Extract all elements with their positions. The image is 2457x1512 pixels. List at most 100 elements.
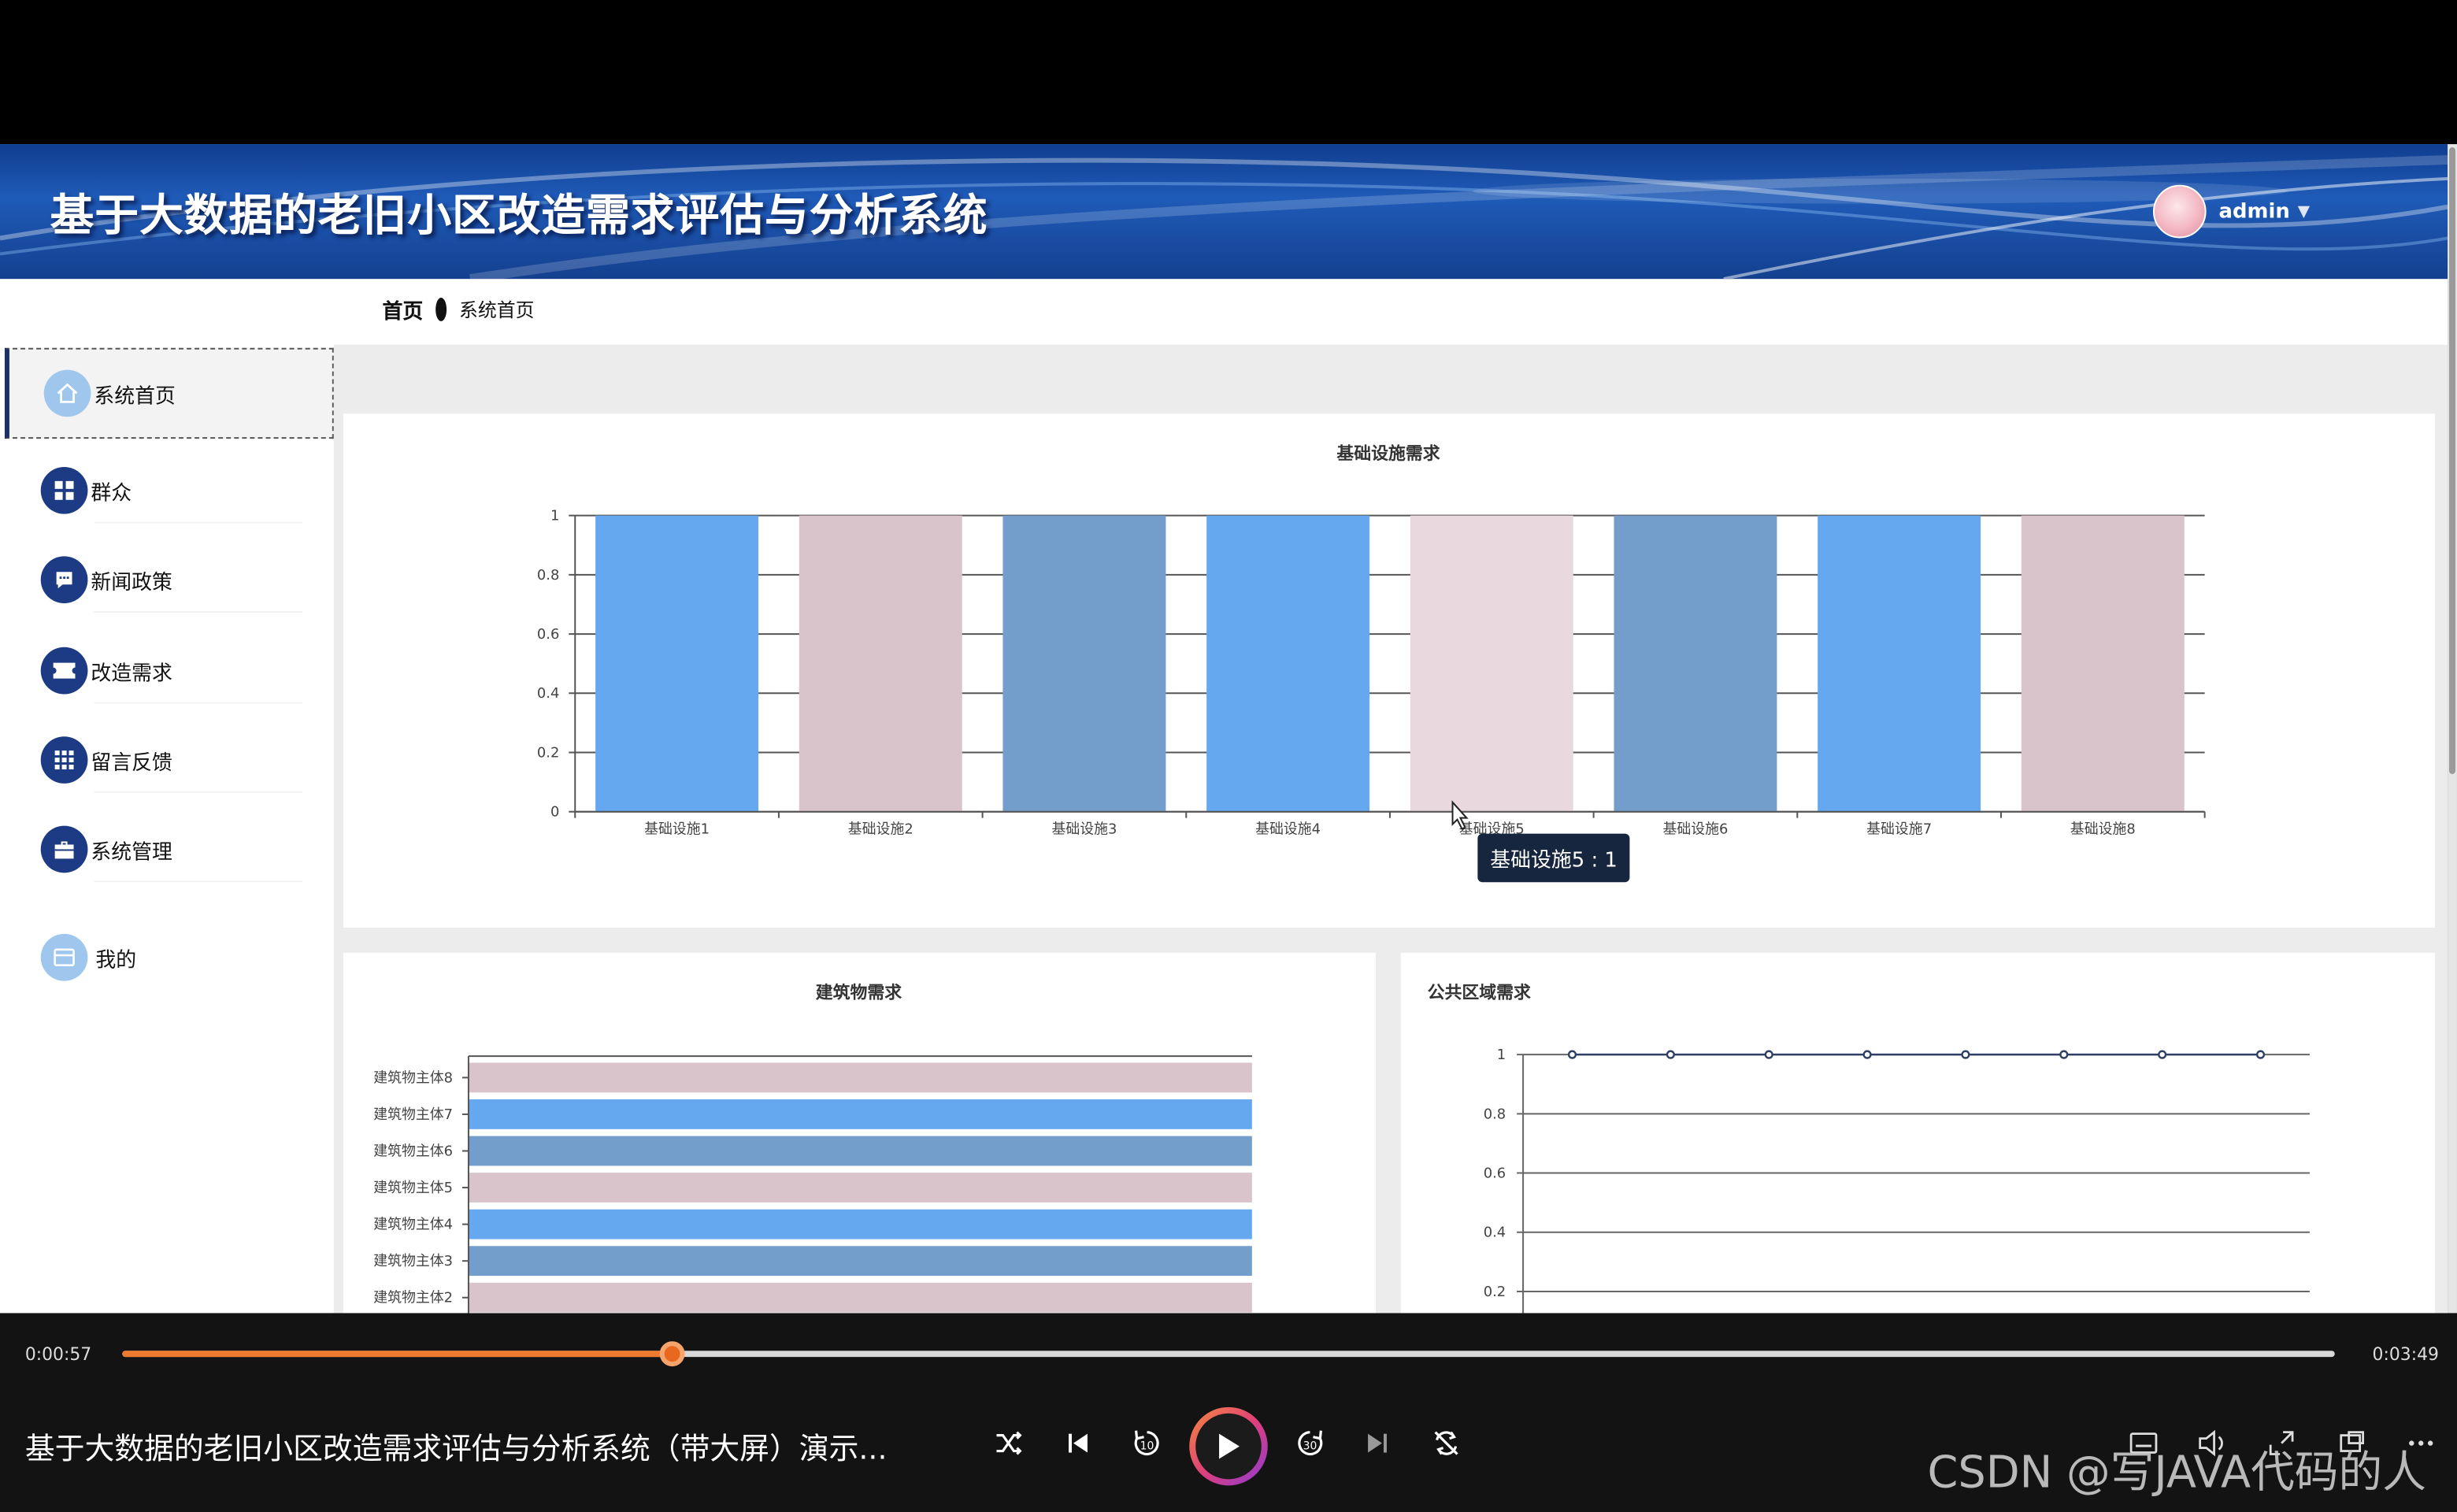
y-tick-label: 0.4 <box>537 685 559 702</box>
x-tick-label: 基础设施7 <box>1866 821 1932 838</box>
sidebar-item-label: 改造需求 <box>91 662 172 686</box>
data-point <box>1567 1050 1577 1059</box>
sidebar-item-mine[interactable]: 我的 <box>0 933 334 981</box>
y-tick-label: 0 <box>550 804 559 821</box>
total-time: 0:03:49 <box>2372 1344 2439 1366</box>
app-viewport: 基于大数据的老旧小区改造需求评估与分析系统 admin ▼ 首页 系统首页 系统… <box>0 144 2448 1314</box>
chat-icon <box>40 556 88 604</box>
ticket-icon <box>40 647 88 695</box>
data-point <box>1862 1050 1872 1059</box>
bar <box>468 1062 1252 1093</box>
progress-knob[interactable] <box>660 1341 686 1367</box>
briefcase-icon <box>40 825 88 873</box>
skip-next-icon <box>1368 1433 1387 1453</box>
shuffle-icon <box>996 1431 1022 1455</box>
screen: 基于大数据的老旧小区改造需求评估与分析系统 admin ▼ 首页 系统首页 系统… <box>0 0 2457 1512</box>
building-bar-chart: 建筑物需求建筑物主体8 建筑物主体7 建筑物主体6 建筑物主体5 建筑物主体4 建筑物主体… <box>373 982 1252 1314</box>
x-tick-label: 基础设施8 <box>2070 821 2136 838</box>
chart-title: 建筑物需求 <box>816 982 902 1002</box>
sidebar-item-renovation[interactable]: 改造需求 <box>0 647 334 704</box>
data-point <box>2059 1050 2069 1059</box>
breadcrumb: 首页 系统首页 <box>383 294 535 324</box>
scrollbar-thumb[interactable] <box>2449 147 2456 774</box>
progress-track[interactable] <box>122 1341 2335 1367</box>
bar <box>468 1136 1252 1166</box>
skip-previous-icon <box>1069 1433 1088 1453</box>
bar <box>1818 515 1981 812</box>
data-point <box>2255 1050 2266 1059</box>
forward-30-icon: 30 <box>1298 1430 1323 1456</box>
previous-button[interactable] <box>1054 1420 1102 1467</box>
loop-off-icon <box>1434 1431 1458 1455</box>
x-tick-label: 基础设施4 <box>1255 821 1321 838</box>
y-tick-label: 0.8 <box>537 567 559 584</box>
sidebar-item-crowd[interactable]: 群众 <box>0 466 334 524</box>
shuffle-button[interactable] <box>986 1420 1033 1467</box>
y-tick-label: 建筑物主体6 <box>373 1143 453 1159</box>
forward-30-button[interactable]: 30 <box>1287 1420 1334 1467</box>
chart-tooltip: 基础设施5 : 1 <box>1477 833 1630 883</box>
breadcrumb-current: 系统首页 <box>459 298 535 321</box>
data-point <box>1764 1050 1773 1059</box>
bar <box>1410 515 1573 812</box>
y-tick-label: 0.2 <box>537 744 559 761</box>
current-time: 0:00:57 <box>24 1344 92 1366</box>
app-title: 基于大数据的老旧小区改造需求评估与分析系统 <box>50 189 988 242</box>
breadcrumb-separator-icon <box>435 297 447 321</box>
next-button[interactable] <box>1354 1420 1401 1467</box>
y-tick-label: 0.6 <box>537 626 559 643</box>
chart-title: 基础设施需求 <box>1336 443 1440 464</box>
y-tick-label: 建筑物主体3 <box>373 1253 453 1269</box>
sidebar-item-feedback[interactable]: 留言反馈 <box>0 736 334 793</box>
avatar[interactable] <box>2152 184 2207 239</box>
play-icon <box>1219 1433 1240 1459</box>
caret-down-icon: ▼ <box>2297 202 2311 220</box>
building-chart-card: 建筑物需求 建筑物主体8 建筑物主体7 建筑物主体6 建筑物主体5 建筑物主体4 建筑物主体… <box>343 952 1377 1314</box>
x-tick-label: 基础设施2 <box>848 821 914 838</box>
username: admin <box>2218 199 2290 224</box>
rewind-10-button[interactable]: 10 <box>1124 1420 1171 1467</box>
watermark: CSDN @写JAVA代码的人 <box>1927 1446 2426 1499</box>
sidebar-item-label: 系统首页 <box>94 384 176 409</box>
user-menu[interactable]: admin ▼ <box>2152 184 2311 239</box>
y-tick-label: 建筑物主体8 <box>373 1069 453 1086</box>
sidebar-item-home[interactable]: 系统首页 <box>4 347 334 439</box>
play-button[interactable] <box>1189 1406 1268 1486</box>
main-content: 基础设施需求 0 0.2 0.4 0.6 0.8 1 基础设施1 基础设施2 基础设施3 基础设施4… <box>333 344 2448 1314</box>
bar <box>1002 515 1166 812</box>
page-scrollbar[interactable] <box>2448 144 2457 1314</box>
public-area-chart-card: 公共区域需求 1 0.8 0.6 0.4 0.2 <box>1400 952 2436 1314</box>
y-tick-label: 建筑物主体2 <box>373 1290 453 1306</box>
public-area-line-chart: 公共区域需求 1 0.8 0.6 0.4 0.2 <box>1428 982 2310 1314</box>
bar <box>468 1099 1252 1129</box>
card-icon <box>40 933 88 981</box>
svg-text:10: 10 <box>1140 1440 1154 1453</box>
loop-button[interactable] <box>1423 1420 1470 1467</box>
sidebar-item-label: 新闻政策 <box>91 571 172 595</box>
chart-title: 公共区域需求 <box>1428 982 1531 1002</box>
sidebar-item-system-management[interactable]: 系统管理 <box>0 825 334 883</box>
x-tick-label: 基础设施3 <box>1051 821 1117 838</box>
x-tick-label: 基础设施1 <box>644 821 710 838</box>
home-icon <box>43 369 91 417</box>
apps-icon <box>40 736 88 784</box>
sidebar-item-label: 留言反馈 <box>91 751 172 775</box>
sidebar-item-label: 群众 <box>91 481 132 506</box>
data-point <box>1961 1050 1970 1059</box>
sidebar-item-news[interactable]: 新闻政策 <box>0 556 334 613</box>
y-tick-label: 建筑物主体5 <box>373 1180 453 1196</box>
grid-icon <box>40 466 88 514</box>
progress-fill <box>122 1351 673 1358</box>
y-tick-label: 0.2 <box>1484 1284 1506 1300</box>
breadcrumb-home[interactable]: 首页 <box>383 294 424 324</box>
video-player-bar: 0:00:57 0:03:49 基于大数据的老旧小区改造需求评估与分析系统（带大… <box>0 1313 2457 1512</box>
bar <box>1206 515 1370 812</box>
bar <box>468 1246 1252 1277</box>
rewind-10-icon: 10 <box>1134 1430 1159 1456</box>
infrastructure-chart-card: 基础设施需求 0 0.2 0.4 0.6 0.8 1 基础设施1 基础设施2 基础设施3 基础设施4… <box>343 413 2436 928</box>
data-point <box>1666 1050 1675 1059</box>
x-tick-label: 基础设施6 <box>1662 821 1728 838</box>
y-tick-label: 0.4 <box>1484 1225 1506 1241</box>
video-title: 基于大数据的老旧小区改造需求评估与分析系统（带大屏）演示... <box>24 1432 888 1467</box>
bar <box>468 1173 1252 1203</box>
